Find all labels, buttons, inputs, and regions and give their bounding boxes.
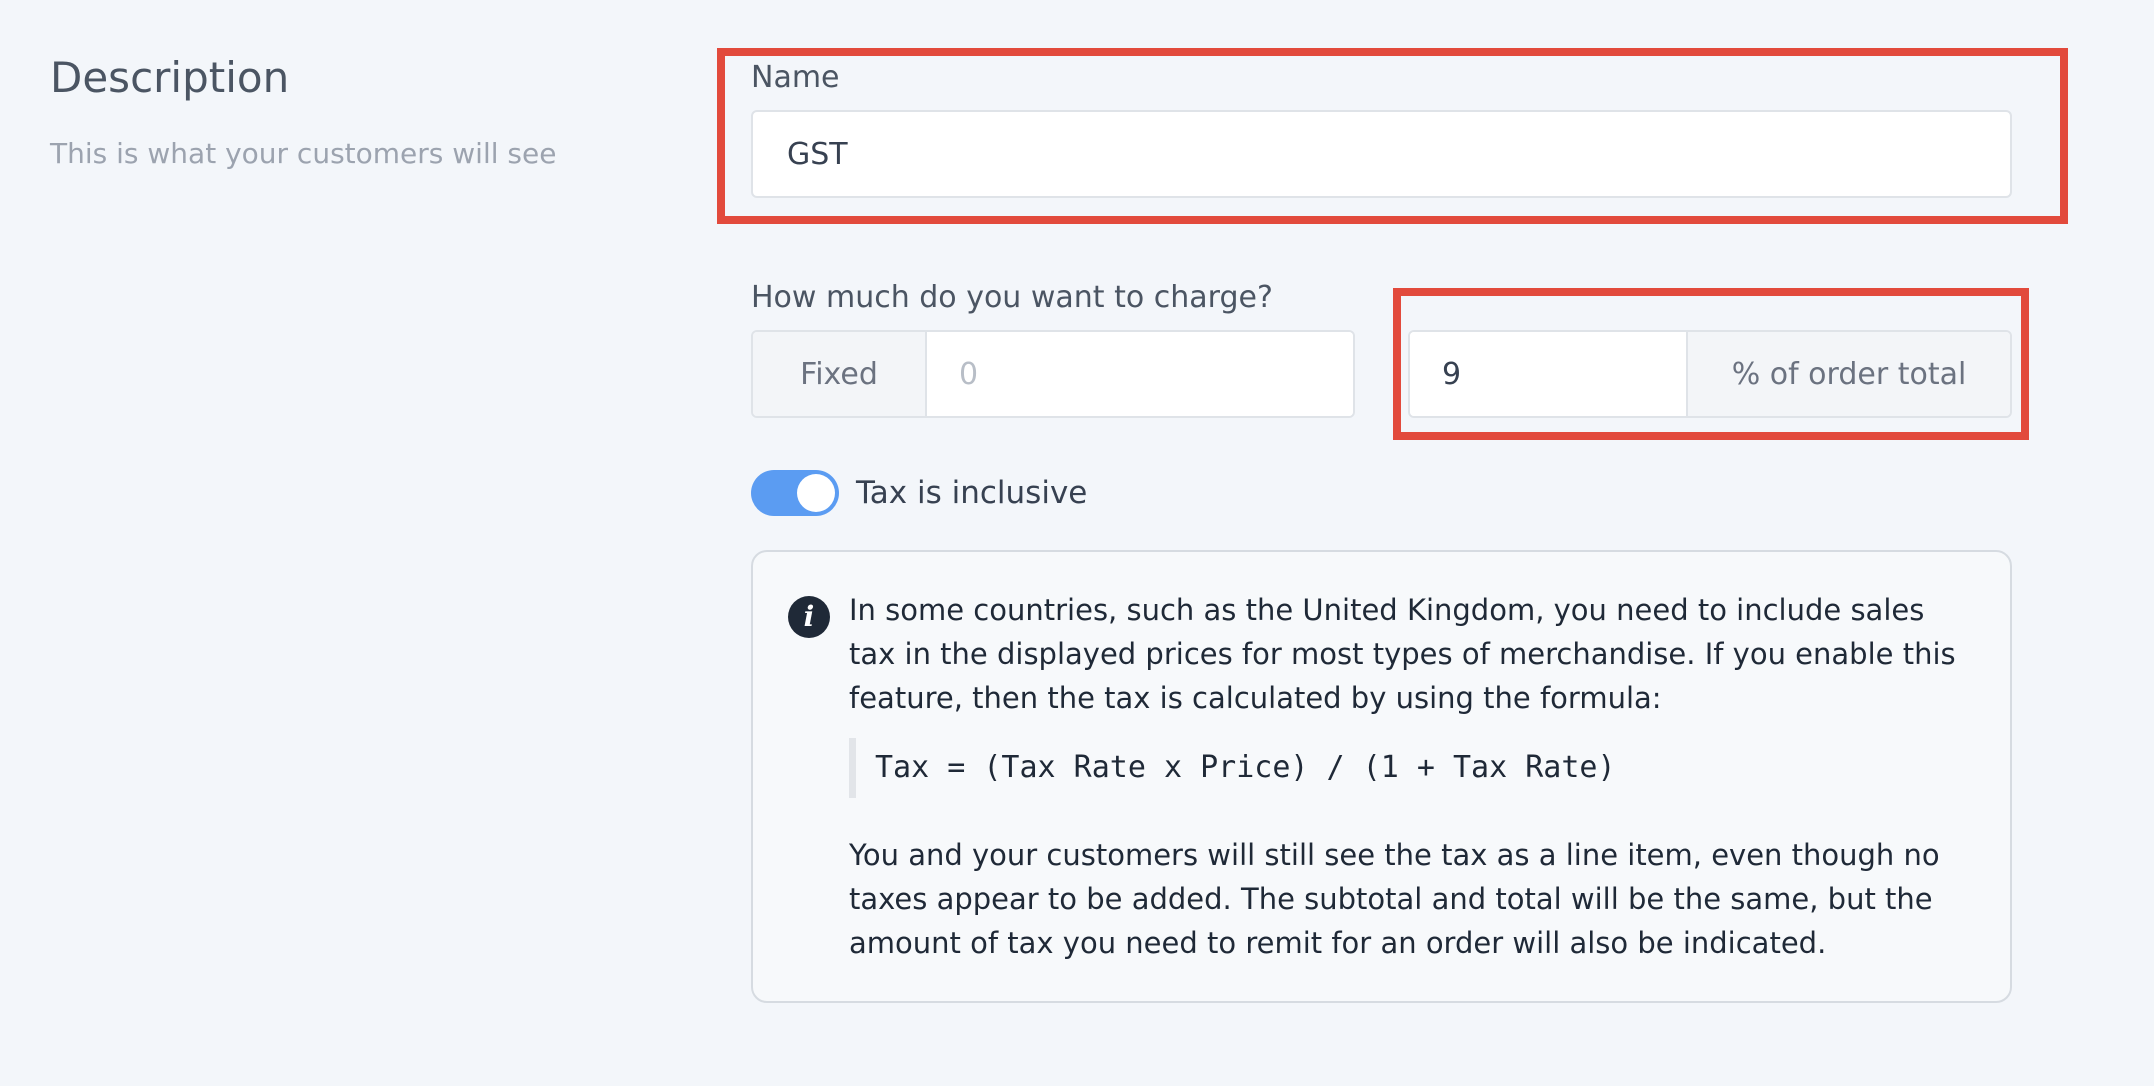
name-input[interactable] [751, 110, 2012, 198]
tax-formula: Tax = (Tax Rate x Price) / (1 + Tax Rate… [849, 738, 1616, 798]
charge-label: How much do you want to charge? [751, 280, 1273, 315]
fixed-amount-input[interactable] [927, 332, 1353, 416]
tax-inclusive-label: Tax is inclusive [856, 475, 1088, 511]
fixed-amount-group: Fixed [751, 330, 1355, 418]
percent-group: % of order total [1408, 330, 2012, 418]
percent-addon: % of order total [1686, 332, 2010, 416]
fixed-addon: Fixed [753, 332, 927, 416]
tax-inclusive-toggle[interactable] [751, 470, 839, 516]
percent-input[interactable] [1410, 332, 1686, 416]
name-label: Name [751, 60, 840, 95]
info-paragraph-1: In some countries, such as the United Ki… [849, 593, 1956, 715]
section-title: Description [50, 53, 290, 102]
info-icon: i [788, 596, 830, 638]
section-subtitle: This is what your customers will see [50, 137, 557, 170]
toggle-knob [797, 474, 835, 512]
info-paragraph-2: You and your customers will still see th… [849, 838, 1940, 960]
